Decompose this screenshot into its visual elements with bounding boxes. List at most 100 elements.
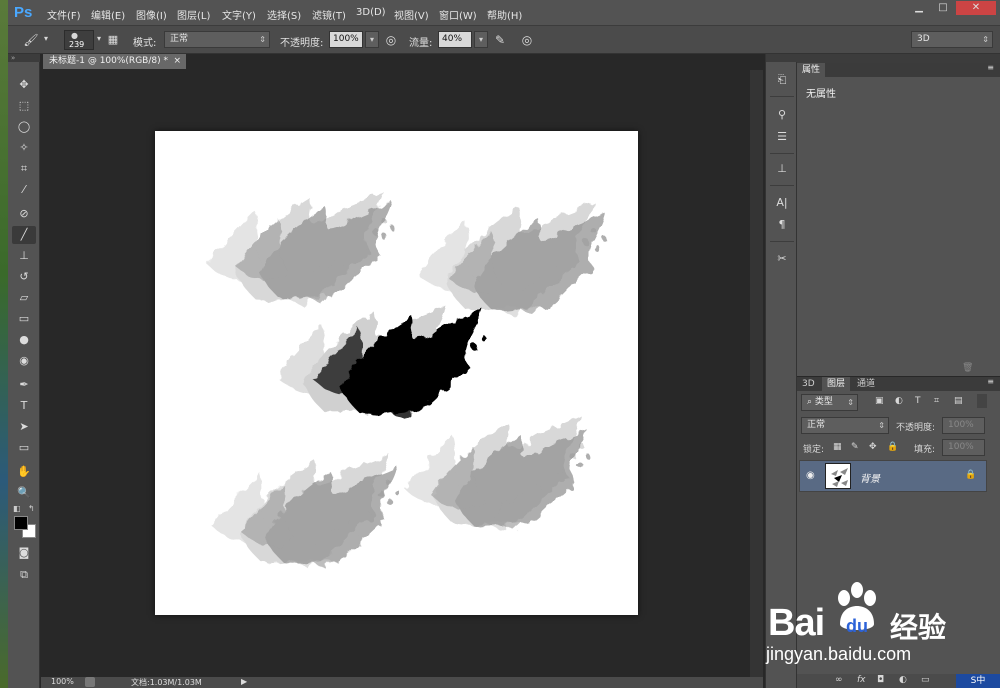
brush-tool-icon[interactable]: ╱	[12, 226, 36, 244]
eyedropper-tool-icon[interactable]: ⁄	[12, 181, 36, 199]
filter-toggle[interactable]	[977, 394, 987, 408]
swap-colors-icon[interactable]: ↰	[28, 504, 35, 513]
quick-mask-icon[interactable]: ◙	[12, 544, 36, 562]
chevron-down-icon[interactable]: ▾	[97, 34, 101, 43]
foreground-color-swatch[interactable]	[14, 516, 28, 530]
layer-name[interactable]: 背景	[860, 470, 880, 485]
lock-transparent-icon[interactable]: ▦	[833, 442, 842, 452]
lock-position-icon[interactable]: ✥	[869, 442, 877, 452]
opacity-dropdown-button[interactable]: ▾	[365, 31, 379, 48]
minimize-button[interactable]: ▁	[908, 1, 930, 15]
quick-select-tool-icon[interactable]: ✧	[12, 139, 36, 157]
layer-opacity-input[interactable]: 100%	[942, 417, 985, 434]
zoom-tool-icon[interactable]: 🔍	[12, 484, 36, 502]
maximize-button[interactable]: □	[932, 1, 954, 15]
lasso-tool-icon[interactable]: ◯	[12, 118, 36, 136]
menu-edit[interactable]: 编辑(E)	[91, 7, 125, 22]
filter-adjustment-icon[interactable]: ◐	[895, 396, 903, 406]
workspace-dropdown[interactable]: 3D ⇕	[911, 31, 993, 48]
healing-brush-tool-icon[interactable]: ⊘	[12, 205, 36, 223]
brush-size-value: 239	[69, 40, 85, 49]
airbrush-icon[interactable]: ✎	[491, 31, 509, 49]
brush-panel-toggle-icon[interactable]: ▦	[104, 31, 122, 49]
flow-dropdown-button[interactable]: ▾	[474, 31, 488, 48]
tab-properties[interactable]: 属性	[797, 63, 826, 77]
close-icon[interactable]: ×	[173, 54, 181, 69]
marquee-tool-icon[interactable]: ⬚	[12, 97, 36, 115]
close-button[interactable]: ✕	[956, 1, 996, 15]
default-colors-icon[interactable]: ◧	[13, 504, 21, 513]
properties-panel-tabs: 属性 ≡	[797, 63, 1000, 77]
lock-pixels-icon[interactable]: ✎	[851, 442, 859, 452]
tab-layers[interactable]: 图层	[822, 377, 851, 391]
adjustments-icon[interactable]: ☰	[772, 128, 792, 146]
menu-type[interactable]: 文字(Y)	[222, 7, 256, 22]
document-canvas[interactable]	[155, 131, 638, 615]
history-brush-tool-icon[interactable]: ↺	[12, 268, 36, 286]
fill-label: 填充:	[914, 445, 936, 455]
dodge-tool-icon[interactable]: ◉	[12, 352, 36, 370]
paragraph-panel-icon[interactable]: ¶	[772, 216, 792, 234]
menu-file[interactable]: 文件(F)	[47, 7, 81, 22]
trash-icon[interactable]: 🗑	[962, 363, 973, 373]
menu-select[interactable]: 选择(S)	[267, 7, 301, 22]
menu-layer[interactable]: 图层(L)	[177, 7, 210, 22]
layer-filter-value: 类型	[814, 397, 833, 407]
status-info-icon[interactable]	[85, 677, 95, 687]
rectangle-tool-icon[interactable]: ▭	[12, 439, 36, 457]
brush-size-picker[interactable]: ● 239	[64, 30, 94, 50]
pressure-size-icon[interactable]: ◎	[518, 31, 536, 49]
character-panel-icon[interactable]: A|	[772, 194, 792, 212]
panel-menu-icon[interactable]: ≡	[987, 63, 994, 72]
document-tab[interactable]: 未标题-1 @ 100%(RGB/8) * ×	[43, 54, 186, 69]
filter-smart-object-icon[interactable]: ▤	[954, 396, 963, 406]
opacity-input[interactable]: 100%	[329, 31, 363, 48]
play-arrow-icon[interactable]: ▶	[241, 677, 247, 686]
dock-handle[interactable]	[766, 54, 798, 62]
updown-arrow-icon: ⇕	[982, 35, 989, 44]
zoom-level[interactable]: 100%	[51, 677, 74, 686]
menu-help[interactable]: 帮助(H)	[487, 7, 522, 22]
filter-shape-icon[interactable]: ⌗	[934, 396, 939, 406]
brush-tool-preset-icon[interactable]: 🖌	[22, 31, 40, 49]
tab-3d[interactable]: 3D	[797, 377, 820, 391]
brush-presets-icon[interactable]: ⚲	[772, 106, 792, 124]
menu-3d[interactable]: 3D(D)	[356, 7, 386, 18]
eye-visibility-icon[interactable]: ◉	[806, 470, 815, 481]
vertical-scrollbar[interactable]	[750, 70, 763, 677]
chevron-down-icon[interactable]: ▾	[44, 34, 48, 43]
layer-filter-dropdown[interactable]: ⌕ 类型 ⇕	[801, 394, 858, 411]
move-tool-icon[interactable]: ✥	[12, 76, 36, 94]
toolbar-collapse-handle[interactable]: »	[8, 54, 40, 62]
crop-tool-icon[interactable]: ⌗	[12, 160, 36, 178]
blend-mode-dropdown[interactable]: 正常 ⇕	[801, 417, 889, 434]
clone-stamp-tool-icon[interactable]: ⊥	[12, 247, 36, 265]
pen-tool-icon[interactable]: ✒	[12, 376, 36, 394]
gradient-tool-icon[interactable]: ▭	[12, 310, 36, 328]
type-tool-icon[interactable]: T	[12, 397, 36, 415]
watermark-url: jingyan.baidu.com	[766, 644, 912, 664]
history-panel-icon[interactable]: ⎗	[772, 71, 792, 89]
filter-type-icon[interactable]: T	[915, 396, 921, 406]
clone-source-icon[interactable]: ⊥	[772, 160, 792, 178]
eraser-tool-icon[interactable]: ▱	[12, 289, 36, 307]
properties-panel-handle[interactable]	[797, 54, 1000, 63]
path-selection-tool-icon[interactable]: ➤	[12, 418, 36, 436]
screen-mode-icon[interactable]: ⧉	[12, 566, 36, 584]
mode-dropdown[interactable]: 正常 ⇕	[164, 31, 270, 48]
panel-menu-icon[interactable]: ≡	[987, 377, 994, 386]
filter-pixel-icon[interactable]: ▣	[875, 396, 884, 406]
tab-channels[interactable]: 通道	[852, 377, 880, 391]
menu-view[interactable]: 视图(V)	[394, 7, 429, 22]
pressure-opacity-icon[interactable]: ◎	[382, 31, 400, 49]
flow-input[interactable]: 40%	[438, 31, 472, 48]
menu-filter[interactable]: 滤镜(T)	[312, 7, 346, 22]
fill-input[interactable]: 100%	[942, 439, 985, 456]
blur-tool-icon[interactable]: ●	[12, 331, 36, 349]
hand-tool-icon[interactable]: ✋	[12, 463, 36, 481]
lock-all-icon[interactable]: 🔒	[887, 442, 898, 452]
menu-image[interactable]: 图像(I)	[136, 7, 167, 22]
input-method-indicator[interactable]: S中	[956, 674, 1000, 688]
menu-window[interactable]: 窗口(W)	[439, 7, 477, 22]
tool-presets-icon[interactable]: ✂	[772, 250, 792, 268]
